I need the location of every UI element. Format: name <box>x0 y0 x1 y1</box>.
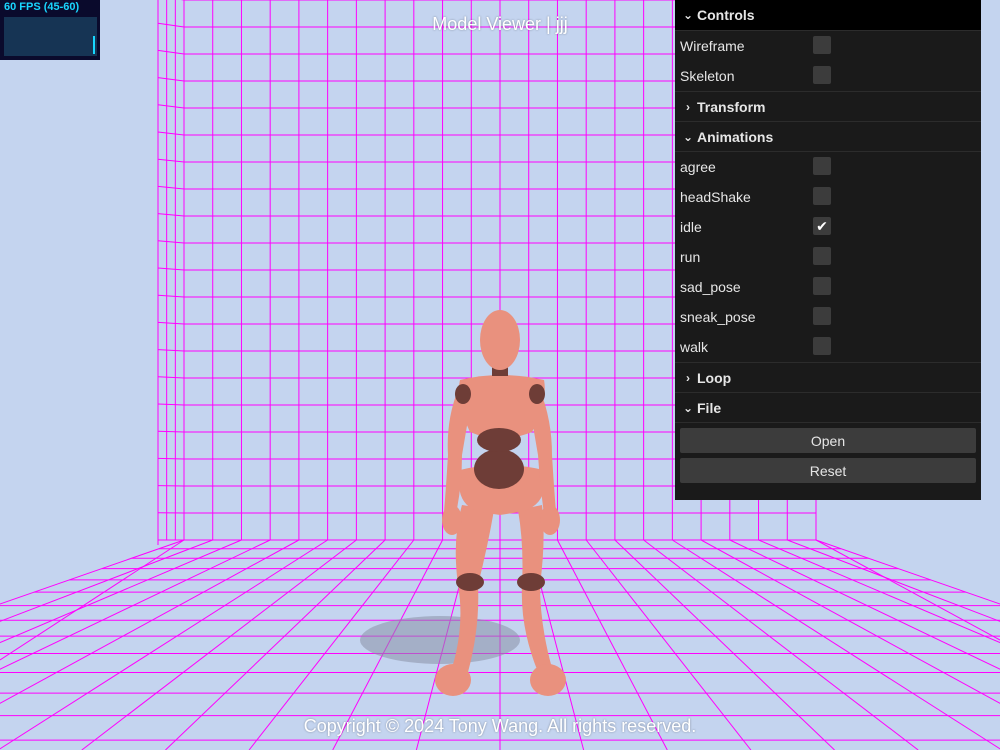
model-shadow <box>360 616 520 664</box>
controls-panel: ⌄ Controls Wireframe Skeleton › Transfor… <box>675 0 981 500</box>
folder-loop[interactable]: › Loop <box>675 363 981 393</box>
skeleton-checkbox[interactable] <box>813 66 831 84</box>
animation-label: walk <box>680 339 709 355</box>
fps-graph <box>4 17 97 56</box>
chevron-down-icon: ⌄ <box>682 129 694 144</box>
open-button[interactable]: Open <box>680 428 976 453</box>
animation-checkbox[interactable] <box>813 157 831 175</box>
animation-label: run <box>680 249 701 265</box>
chevron-right-icon: › <box>686 99 690 114</box>
fps-label: 60 FPS (45-60) <box>4 1 80 13</box>
skeleton-row[interactable]: Skeleton <box>675 61 981 92</box>
reset-button[interactable]: Reset <box>680 458 976 483</box>
animation-label: sneak_pose <box>680 309 756 325</box>
animation-checkbox[interactable] <box>813 307 831 325</box>
folder-animations-label: Animations <box>697 128 774 145</box>
animation-checkbox[interactable]: ✔ <box>813 217 831 235</box>
animation-checkbox[interactable] <box>813 187 831 205</box>
folder-controls-label: Controls <box>697 7 755 23</box>
copyright-text: Copyright © 2024 Tony Wang. All rights r… <box>303 716 697 736</box>
wireframe-checkbox[interactable] <box>813 36 831 54</box>
animation-row-idle[interactable]: idle ✔ <box>675 212 981 242</box>
folder-file[interactable]: ⌄ File <box>675 393 981 423</box>
folder-controls[interactable]: ⌄ Controls <box>675 0 981 31</box>
animation-checkbox[interactable] <box>813 277 831 295</box>
animation-checkbox[interactable] <box>813 247 831 265</box>
animation-row-sad-pose[interactable]: sad_pose <box>675 272 981 302</box>
skeleton-label: Skeleton <box>680 68 735 84</box>
animation-label: agree <box>680 159 716 175</box>
chevron-down-icon: ⌄ <box>682 400 694 415</box>
folder-transform-label: Transform <box>697 98 766 115</box>
fps-stats-panel[interactable]: 60 FPS (45-60) <box>0 0 100 60</box>
folder-file-label: File <box>697 399 722 416</box>
animation-label: idle <box>680 219 702 235</box>
animation-row-headshake[interactable]: headShake <box>675 182 981 212</box>
wireframe-row[interactable]: Wireframe <box>675 31 981 61</box>
folder-animations[interactable]: ⌄ Animations <box>675 122 981 152</box>
chevron-down-icon: ⌄ <box>682 8 694 22</box>
checkmark-icon: ✔ <box>816 218 828 234</box>
wireframe-label: Wireframe <box>680 38 745 54</box>
animation-label: headShake <box>680 189 751 205</box>
animation-row-sneak-pose[interactable]: sneak_pose <box>675 302 981 332</box>
animation-row-agree[interactable]: agree <box>675 152 981 182</box>
animation-label: sad_pose <box>680 279 741 295</box>
fps-graph-bar <box>93 36 95 54</box>
folder-transform[interactable]: › Transform <box>675 92 981 122</box>
chevron-right-icon: › <box>686 370 690 385</box>
folder-loop-label: Loop <box>697 369 732 386</box>
animation-row-run[interactable]: run <box>675 242 981 272</box>
animation-row-walk[interactable]: walk <box>675 332 981 363</box>
animation-checkbox[interactable] <box>813 337 831 355</box>
